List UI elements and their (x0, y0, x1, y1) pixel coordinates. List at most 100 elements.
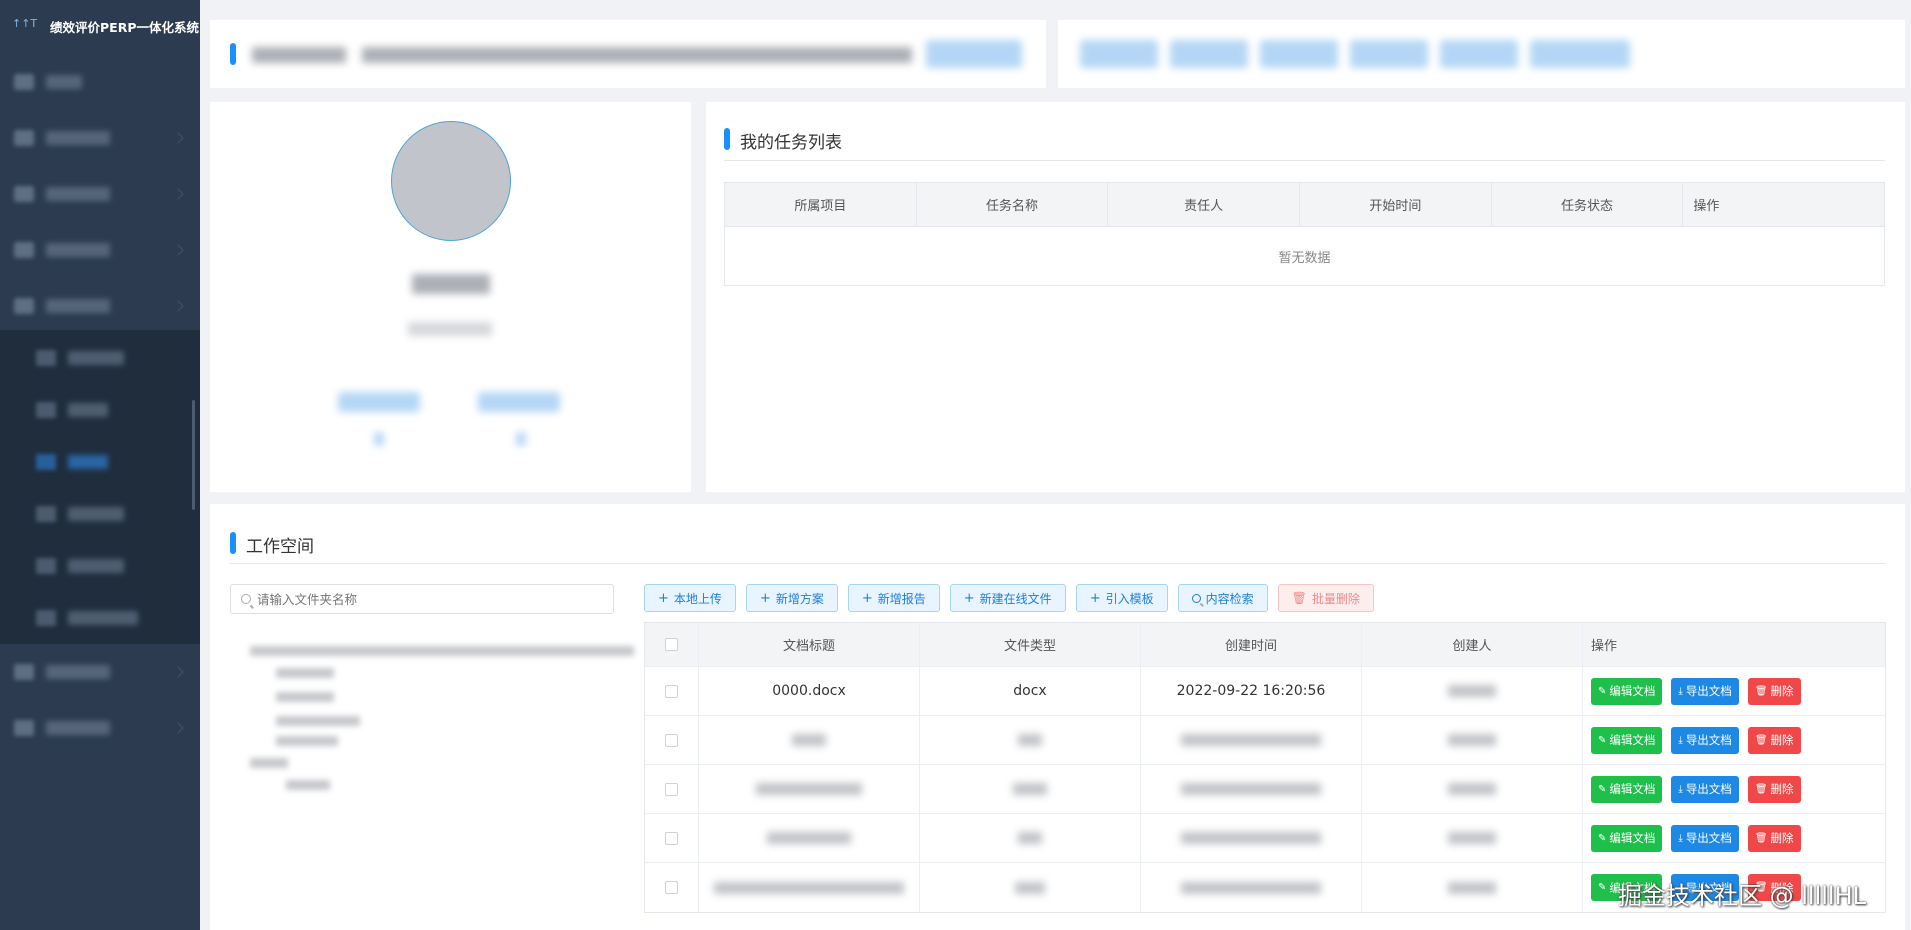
edit-doc-label: 编辑文档 (1609, 684, 1656, 698)
column-header[interactable]: 开始时间 (1300, 183, 1492, 226)
edit-doc-button[interactable]: ✎ 编辑文档 (1591, 824, 1663, 852)
quick-action-button[interactable] (1440, 40, 1518, 68)
export-doc-button[interactable]: ⤓ 导出文档 (1671, 726, 1739, 754)
sidebar-item-label (46, 131, 110, 145)
row-select-cell (645, 716, 699, 764)
quick-action-button[interactable] (1080, 40, 1158, 68)
table-row[interactable]: ✎ 编辑文档 ⤓ 导出文档 🗑 删除 (645, 716, 1885, 765)
folder-tree-node[interactable] (276, 668, 334, 678)
row-select-cell (645, 863, 699, 912)
row-checkbox[interactable] (665, 684, 678, 698)
submenu-item[interactable] (0, 382, 200, 438)
sidebar-item-6[interactable] (0, 644, 200, 700)
edit-doc-button[interactable]: ✎ 编辑文档 (1591, 726, 1663, 754)
content-search-label: 内容检索 (1205, 591, 1254, 606)
sidebar-item-3[interactable] (0, 166, 200, 222)
sidebar: ↑↑T 绩效评价PERP一体化系统 (0, 0, 200, 930)
document-table: 文档标题 文件类型 创建时间 创建人 操作 0000.docx docx 202… (644, 622, 1886, 913)
folder-tree-node[interactable] (276, 736, 338, 746)
new-plan-button[interactable]: + 新增方案 (745, 584, 838, 612)
edit-doc-label: 编辑文档 (1609, 782, 1656, 796)
table-row[interactable]: ✎ 编辑文档 ⤓ 导出文档 🗑 删除 (645, 765, 1885, 814)
app-title: 绩效评价PERP一体化系统 (50, 19, 199, 35)
submenu-item-active[interactable] (0, 434, 200, 490)
doc-title-cell (699, 716, 920, 764)
watermark: 掘金技术社区 @ lllllHL (1618, 882, 1867, 910)
content-search-button[interactable]: 内容检索 (1177, 584, 1268, 612)
section-accent (230, 43, 236, 65)
edit-doc-label: 编辑文档 (1609, 733, 1656, 747)
folder-tree-node[interactable] (276, 716, 360, 726)
quick-action-button[interactable] (1350, 40, 1428, 68)
select-all-checkbox[interactable] (665, 638, 678, 651)
sidebar-item-1[interactable] (0, 54, 200, 110)
submenu-item[interactable] (0, 590, 200, 646)
column-header[interactable]: 责任人 (1108, 183, 1301, 226)
task-table-header: 所属项目 任务名称 责任人 开始时间 任务状态 操作 (725, 183, 1884, 227)
row-checkbox[interactable] (665, 733, 678, 747)
row-checkbox[interactable] (665, 782, 678, 796)
trash-icon: 🗑 (1754, 734, 1768, 746)
import-template-button[interactable]: + 引入模板 (1075, 584, 1168, 612)
sidebar-item-label (46, 187, 110, 201)
submenu-item[interactable] (0, 330, 200, 386)
folder-tree-node[interactable] (286, 780, 330, 790)
export-doc-label: 导出文档 (1685, 831, 1732, 845)
new-online-file-button[interactable]: + 新建在线文件 (949, 584, 1066, 612)
edit-doc-button[interactable]: ✎ 编辑文档 (1591, 677, 1663, 705)
delete-doc-button[interactable]: 🗑 删除 (1747, 775, 1801, 803)
column-header[interactable]: 任务状态 (1492, 183, 1684, 226)
sidebar-item-4[interactable] (0, 222, 200, 278)
submenu-item[interactable] (0, 486, 200, 542)
quick-action-button[interactable] (1170, 40, 1248, 68)
doc-creator-cell (1362, 814, 1583, 862)
table-row[interactable]: 0000.docx docx 2022-09-22 16:20:56 ✎ 编辑文档… (645, 667, 1885, 716)
folder-tree-node[interactable] (276, 692, 334, 702)
column-header: 操作 (1693, 199, 1720, 214)
edit-doc-button[interactable]: ✎ 编辑文档 (1591, 775, 1663, 803)
column-header[interactable]: 文档标题 (699, 623, 920, 666)
avatar[interactable] (391, 121, 511, 241)
folder-search[interactable] (230, 584, 614, 614)
sidebar-item-7[interactable] (0, 700, 200, 756)
folder-tree-node[interactable] (250, 758, 288, 768)
blurred-stat-label[interactable] (338, 392, 420, 412)
sidebar-scrollbar[interactable] (192, 400, 195, 510)
sidebar-item-5[interactable] (0, 278, 200, 334)
quick-action-button[interactable] (1260, 40, 1338, 68)
doc-creator-cell (1362, 667, 1583, 715)
row-checkbox[interactable] (665, 881, 678, 894)
delete-doc-button[interactable]: 🗑 删除 (1747, 726, 1801, 754)
export-doc-button[interactable]: ⤓ 导出文档 (1671, 677, 1739, 705)
doc-creator-cell (1362, 765, 1583, 813)
table-row[interactable]: ✎ 编辑文档 ⤓ 导出文档 🗑 删除 (645, 814, 1885, 863)
blurred-button[interactable] (926, 40, 1022, 68)
blurred-text (362, 47, 912, 63)
quick-action-button[interactable] (1530, 40, 1630, 68)
column-header[interactable]: 创建人 (1362, 623, 1583, 666)
sidebar-item-2[interactable] (0, 110, 200, 166)
column-header[interactable]: 任务名称 (917, 183, 1109, 226)
upload-button[interactable]: + 本地上传 (644, 584, 736, 612)
blurred-text (1448, 685, 1496, 697)
batch-delete-button[interactable]: 🗑 批量删除 (1277, 584, 1374, 612)
folder-search-input[interactable] (257, 591, 587, 607)
blurred-user-name (412, 274, 490, 294)
delete-doc-button[interactable]: 🗑 删除 (1747, 824, 1801, 852)
row-checkbox[interactable] (665, 831, 678, 845)
column-header[interactable]: 所属项目 (725, 183, 917, 226)
submenu-item[interactable] (0, 538, 200, 594)
new-report-button[interactable]: + 新增报告 (847, 584, 940, 612)
export-doc-button[interactable]: ⤓ 导出文档 (1671, 775, 1739, 803)
submenu-item-label (68, 559, 124, 573)
export-doc-button[interactable]: ⤓ 导出文档 (1671, 824, 1739, 852)
blurred-stat-label[interactable] (478, 392, 560, 412)
folder-tree-node[interactable] (250, 646, 634, 656)
blurred-user-role (408, 322, 492, 336)
column-header[interactable]: 创建时间 (1141, 623, 1362, 666)
column-header[interactable]: 文件类型 (920, 623, 1141, 666)
document-table-header: 文档标题 文件类型 创建时间 创建人 操作 (645, 623, 1885, 667)
doc-title-cell: 0000.docx (699, 667, 920, 715)
sidebar-item-label (46, 75, 82, 89)
delete-doc-button[interactable]: 🗑 删除 (1747, 677, 1801, 705)
